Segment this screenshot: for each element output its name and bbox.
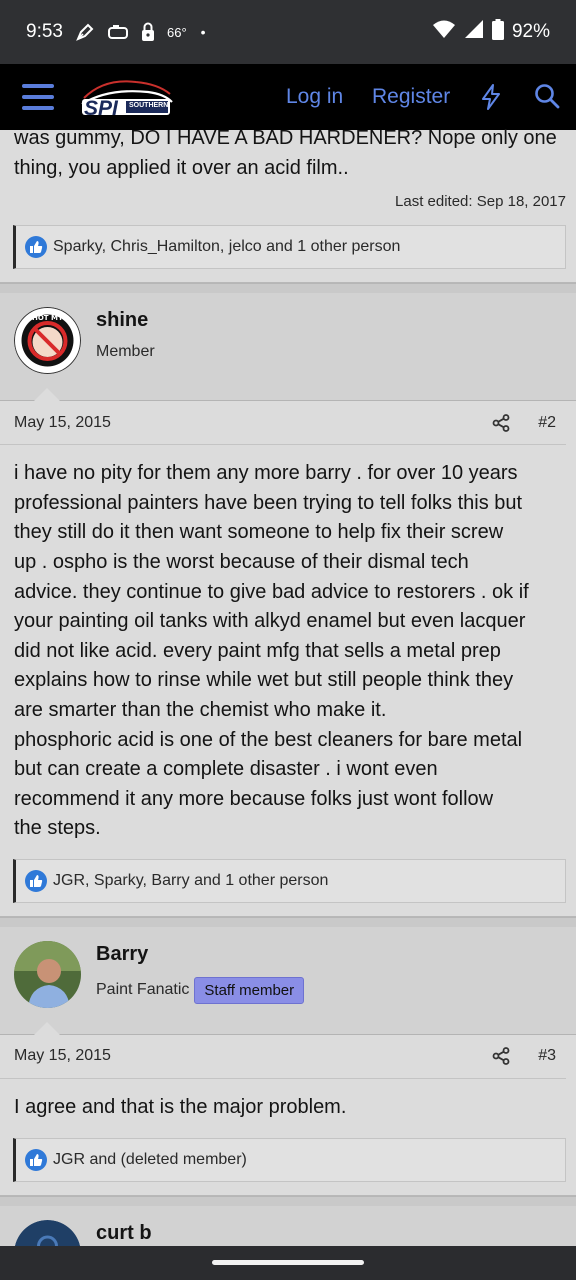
reactions-bar[interactable]: JGR, Sparky, Barry and 1 other person [13,858,566,903]
share-icon[interactable] [492,413,510,432]
post-line: but can create a complete disaster . i w… [14,758,438,781]
like-icon [25,869,47,892]
post-line: phosphoric acid is one of the best clean… [14,728,523,751]
post-meta: May 15, 2015 #3 [0,1035,566,1079]
post-gap [0,916,576,927]
post-body: was gummy, DO I HAVE A BAD HARDENER? Nop… [0,124,576,183]
username[interactable]: curt b [96,1222,152,1245]
post-gap [0,283,576,294]
site-logo[interactable]: SPI SOUTHERN [78,74,174,120]
post-date[interactable]: May 15, 2015 [14,1047,111,1065]
system-navigation-bar [0,1246,576,1280]
post-line: recommend it any more because folks just… [14,787,494,810]
thread-content: was gummy, DO I HAVE A BAD HARDENER? Nop… [0,127,576,1280]
post-line: they still do it then want someone to he… [14,521,504,544]
user-title-text: Paint Fanatic [96,981,190,999]
post-line: did not like acid. every paint mfg that … [14,639,501,662]
bubble-pointer [34,388,60,402]
username[interactable]: shine [96,309,148,332]
username[interactable]: Barry [96,943,148,966]
signal-icon [464,19,484,45]
post-line: professional painters have been trying t… [14,491,523,514]
svg-text:HOT MY: HOT MY [32,314,64,322]
divider [0,269,576,284]
post-meta: May 15, 2015 #2 [0,401,566,446]
like-icon [25,236,47,259]
gamepad-icon [107,23,129,41]
post-line: the steps. [14,817,101,840]
avatar[interactable]: HOT MY [14,307,81,375]
post-body: I agree and that is the major problem. [0,1079,576,1123]
status-dot: • [200,24,206,40]
post-body: i have no pity for them any more barry .… [0,445,576,844]
register-link[interactable]: Register [372,85,450,109]
divider [0,1182,576,1196]
status-time: 9:53 [26,21,63,42]
post-date[interactable]: May 15, 2015 [14,414,111,432]
user-title-text: Member [96,343,155,361]
post-line: explains how to rinse while wet but stil… [14,669,514,692]
post-line: up . ospho is the worst because of their… [14,550,469,573]
bubble-pointer [34,1021,60,1035]
post-line: your painting oil tanks with alkyd ename… [14,610,526,633]
logo-subtext: SOUTHERN [129,102,169,109]
bolt-icon[interactable] [480,84,502,115]
user-title: Member [96,343,155,361]
post-line: was gummy, DO I HAVE A BAD HARDENER? Nop… [14,127,557,149]
reactions-bar[interactable]: JGR and (deleted member) [13,1137,566,1182]
logo-text: SPI [84,97,118,120]
like-icon [25,1148,47,1171]
reactions-bar[interactable]: Sparky, Chris_Hamilton, jelco and 1 othe… [13,225,566,270]
lock-icon [141,22,155,42]
menu-icon[interactable] [22,84,54,110]
post-number[interactable]: #3 [538,1047,556,1065]
site-header: SPI SOUTHERN Log in Register [0,64,576,130]
search-icon[interactable] [534,83,560,114]
last-edited: Last edited: Sep 18, 2017 [395,193,566,211]
post-author-block: Barry Paint Fanatic Staff member [0,926,576,1035]
post-line: are smarter than the chemist who make it… [14,698,387,721]
staff-badge: Staff member [194,976,305,1004]
post-line: I agree and that is the major problem. [14,1095,347,1118]
post-line: advice. they continue to give bad advice… [14,580,529,603]
login-link[interactable]: Log in [286,85,343,109]
avatar[interactable] [14,940,81,1008]
wifi-icon [432,19,456,45]
post-author-block: HOT MY shine Member [0,293,576,402]
reactions-text: Sparky, Chris_Hamilton, jelco and 1 othe… [53,238,401,256]
divider [0,903,576,917]
status-bar: 9:53 66° • 92% [0,0,576,64]
post-line: i have no pity for them any more barry .… [14,462,518,485]
reactions-text: JGR, Sparky, Barry and 1 other person [53,871,329,889]
post-line: thing, you applied it over an acid film.… [14,156,349,179]
post-number[interactable]: #2 [538,414,556,432]
reactions-text: JGR and (deleted member) [53,1150,247,1168]
share-icon[interactable] [492,1047,510,1066]
user-title: Paint Fanatic Staff member [96,976,305,1004]
post-gap [0,1195,576,1206]
home-gesture-bar[interactable] [212,1260,364,1265]
battery-icon [491,18,504,46]
pen-nib-icon [75,22,95,42]
status-temperature: 66° [166,24,187,40]
battery-percent: 92% [511,21,550,42]
